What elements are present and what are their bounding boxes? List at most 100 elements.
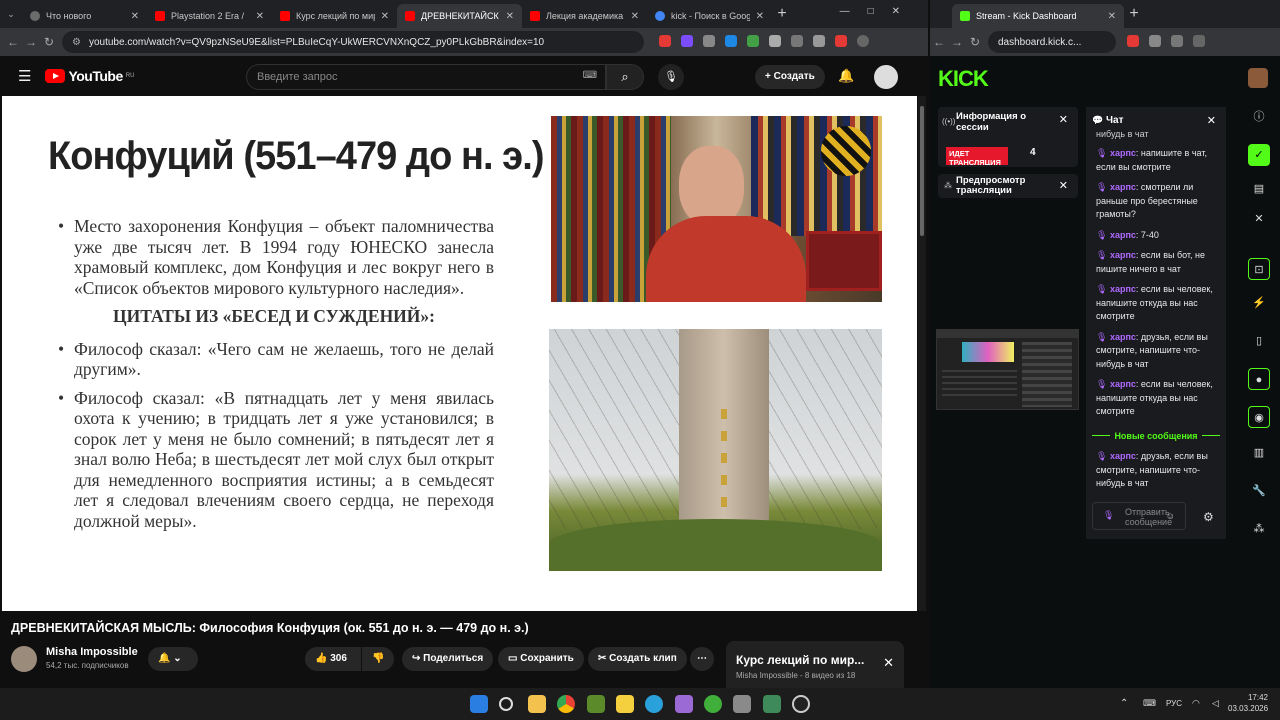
back-icon[interactable]: ←: [930, 35, 948, 49]
site-info-icon[interactable]: ⚙: [72, 37, 81, 48]
search-input[interactable]: Введите запрос ⌨: [246, 64, 606, 90]
close-playlist-icon[interactable]: ✕: [883, 655, 894, 671]
flash-icon[interactable]: ⚡: [1248, 292, 1270, 314]
tab-playstation[interactable]: Playstation 2 Era / ✕: [147, 4, 272, 28]
extension-icon[interactable]: [1127, 34, 1139, 47]
tray-chevron-icon[interactable]: ⌃: [1120, 698, 1128, 709]
wifi-icon[interactable]: ◠: [1192, 698, 1200, 709]
window-controls[interactable]: —□✕: [840, 6, 918, 17]
scrollbar-thumb[interactable]: [920, 106, 924, 236]
volume-icon[interactable]: ◁: [1212, 698, 1219, 709]
voice-search-button[interactable]: 🎙: [658, 64, 684, 90]
close-icon[interactable]: ✕: [756, 11, 764, 22]
keyboard-layout-icon[interactable]: ⌨: [1143, 698, 1156, 709]
more-actions-button[interactable]: ⋯: [690, 647, 714, 671]
notifications-bell-icon[interactable]: 🔔: [838, 68, 854, 84]
close-panel-icon[interactable]: ✕: [1059, 179, 1068, 192]
like-button[interactable]: 👍 306: [305, 647, 361, 671]
broadcast-rail-icon[interactable]: ◉: [1248, 406, 1270, 428]
search-icon[interactable]: [499, 697, 513, 711]
app-icon[interactable]: [587, 695, 605, 713]
extension-icon[interactable]: [1149, 34, 1161, 47]
extension-icon[interactable]: [791, 34, 803, 47]
avatar[interactable]: [1248, 68, 1268, 88]
create-button[interactable]: + Создать: [755, 65, 825, 89]
new-tab-button[interactable]: +: [1124, 5, 1144, 23]
clock[interactable]: 17:42 03.03.2026: [1228, 692, 1268, 714]
avatar[interactable]: [874, 65, 898, 89]
chrome-icon[interactable]: [557, 695, 575, 713]
stream-preview-thumbnail[interactable]: [936, 329, 1079, 410]
start-icon[interactable]: [470, 695, 488, 713]
chat-settings-gear-icon[interactable]: ⚙: [1203, 510, 1214, 524]
close-chat-icon[interactable]: ✕: [1207, 114, 1216, 127]
tab-kick-dashboard[interactable]: Stream - Kick Dashboard ✕: [952, 4, 1124, 28]
new-tab-button[interactable]: +: [772, 5, 792, 23]
app-icon[interactable]: [616, 695, 634, 713]
app-icon[interactable]: [763, 695, 781, 713]
close-icon[interactable]: ✕: [131, 11, 139, 22]
extension-icon[interactable]: [813, 34, 825, 47]
app-icon[interactable]: [704, 695, 722, 713]
url-field[interactable]: ⚙ youtube.com/watch?v=QV9pzNSeU9E&list=PL…: [62, 31, 644, 53]
app-icon[interactable]: [733, 695, 751, 713]
forward-icon[interactable]: →: [948, 35, 966, 49]
extension-icon[interactable]: [769, 34, 781, 47]
playlist-panel[interactable]: Курс лекций по мир... Misha Impossible -…: [726, 641, 904, 688]
extension-icon[interactable]: [1171, 34, 1183, 47]
reload-icon[interactable]: ↻: [966, 35, 984, 49]
keyboard-icon[interactable]: ⌨: [583, 70, 597, 81]
tab-google-search[interactable]: kick - Поиск в Google ✕: [647, 4, 772, 28]
extension-icon[interactable]: [835, 34, 847, 47]
dislike-button[interactable]: 👎: [362, 647, 394, 671]
close-icon[interactable]: ✕: [1108, 11, 1116, 22]
close-icon[interactable]: ✕: [256, 11, 264, 22]
save-button[interactable]: ▭ Сохранить: [498, 647, 584, 671]
emoji-icon[interactable]: ☺: [1166, 511, 1175, 521]
extension-icon[interactable]: [747, 34, 759, 47]
extension-icon[interactable]: [659, 34, 671, 47]
page-scrollbar[interactable]: [918, 96, 926, 686]
forward-icon[interactable]: →: [22, 35, 40, 49]
extension-icon[interactable]: [1193, 34, 1205, 47]
new-messages-divider[interactable]: Новые сообщения: [1092, 431, 1220, 441]
file-explorer-icon[interactable]: [528, 695, 546, 713]
close-icon[interactable]: ✕: [506, 11, 514, 22]
tab-academic-lecture[interactable]: Лекция академика Р ✕: [522, 4, 647, 28]
document-icon[interactable]: ▯: [1248, 330, 1270, 352]
camera-icon[interactable]: ⊡: [1248, 258, 1270, 280]
app-icon[interactable]: [675, 695, 693, 713]
check-icon[interactable]: ✓: [1248, 144, 1270, 166]
profile-icon[interactable]: [857, 34, 869, 47]
close-panel-icon[interactable]: ✕: [1059, 113, 1068, 126]
extension-icon[interactable]: [681, 34, 693, 47]
url-field[interactable]: dashboard.kick.c...: [988, 31, 1116, 53]
chat-message-input[interactable]: 🎙 Отправить сообщение ☺: [1092, 502, 1186, 530]
clip-button[interactable]: ✂ Создать клип: [588, 647, 687, 671]
tab-search-icon[interactable]: ⌄: [0, 9, 22, 20]
info-icon[interactable]: ⓘ: [1248, 106, 1270, 128]
language-indicator[interactable]: РУС: [1166, 699, 1182, 708]
subscribe-bell-button[interactable]: 🔔 ⌄: [148, 647, 198, 671]
telegram-icon[interactable]: [645, 695, 663, 713]
nodes-icon[interactable]: ⁂: [1248, 518, 1270, 540]
stack-icon[interactable]: ▥: [1248, 442, 1270, 464]
channel-avatar[interactable]: [11, 646, 37, 672]
youtube-logo[interactable]: YouTube RU: [45, 68, 134, 84]
close-icon[interactable]: ✕: [381, 11, 389, 22]
share-button[interactable]: ↪ Поделиться: [402, 647, 494, 671]
channel-name[interactable]: Misha Impossible: [46, 646, 138, 658]
menu-icon[interactable]: ☰: [18, 67, 31, 85]
wrench-icon[interactable]: 🔧: [1248, 480, 1270, 502]
kick-logo[interactable]: KICK: [938, 66, 989, 92]
obs-icon[interactable]: [792, 695, 810, 713]
tab-whats-new[interactable]: Что нового ✕: [22, 4, 147, 28]
chat-rail-icon[interactable]: ●: [1248, 368, 1270, 390]
reload-icon[interactable]: ↻: [40, 35, 58, 49]
video-player[interactable]: Конфуций (551–479 до н. э.) Место захоро…: [2, 96, 917, 611]
back-icon[interactable]: ←: [4, 35, 22, 49]
close-icon[interactable]: ✕: [631, 11, 639, 22]
layout-icon[interactable]: ▤: [1248, 178, 1270, 200]
tab-lecture-course[interactable]: Курс лекций по мир ✕: [272, 4, 397, 28]
close-icon[interactable]: ✕: [1248, 208, 1270, 230]
